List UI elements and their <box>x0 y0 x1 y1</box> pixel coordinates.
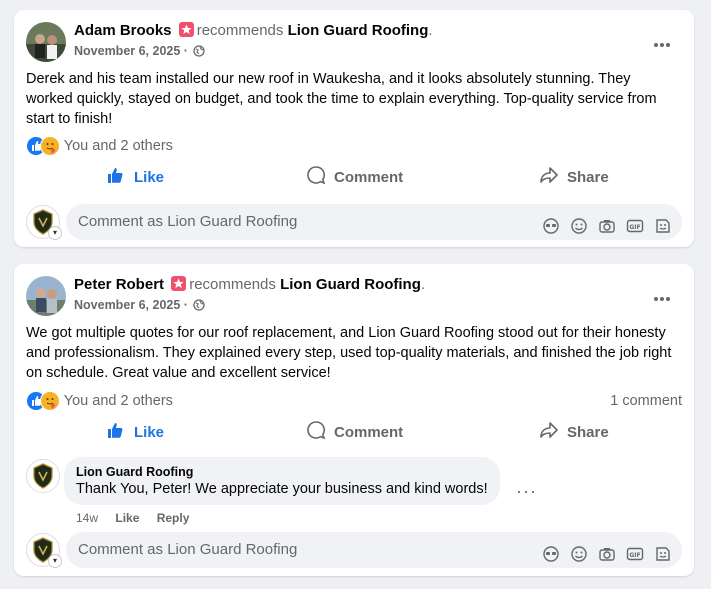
thumbs-up-icon <box>106 165 126 189</box>
avatar-sticker-icon[interactable] <box>542 213 560 234</box>
composer-tools: GIF <box>542 541 672 562</box>
globe-icon <box>193 299 206 314</box>
share-arrow-icon <box>539 165 559 189</box>
post-date[interactable]: November 6, 2025 <box>74 44 180 58</box>
more-options-icon[interactable] <box>654 288 676 301</box>
reactions-summary[interactable]: You and 2 others <box>26 136 173 156</box>
comment-time[interactable]: 14w <box>76 511 98 525</box>
comment-text: Thank You, Peter! We appreciate your bus… <box>76 481 488 497</box>
author-avatar[interactable] <box>26 276 66 316</box>
like-label: Like <box>134 168 165 186</box>
comment-author[interactable]: Lion Guard Roofing <box>76 465 488 479</box>
page-name-link[interactable]: Lion Guard Roofing <box>280 276 421 293</box>
post-meta: November 6, 2025 · <box>74 44 206 60</box>
comment-composer: ▾ Comment as Lion Guard Roofing GIF <box>26 532 682 568</box>
post-meta: November 6, 2025 · <box>74 298 206 314</box>
reaction-icons <box>26 391 60 411</box>
comment-placeholder: Comment as Lion Guard Roofing <box>78 213 298 230</box>
author-avatar[interactable] <box>26 22 66 62</box>
author-line: Adam Brooks recommends Lion Guard Roofin… <box>74 22 433 39</box>
recommends-text: recommends <box>189 276 276 293</box>
svg-text:GIF: GIF <box>629 224 640 231</box>
review-post-card: Adam Brooks recommends Lion Guard Roofin… <box>14 10 694 247</box>
post-actions: Like Comment Share <box>14 415 694 449</box>
like-button[interactable]: Like <box>106 160 164 194</box>
post-text: Derek and his team installed our new roo… <box>26 71 657 127</box>
svg-text:GIF: GIF <box>629 552 640 559</box>
emoji-icon[interactable] <box>570 541 588 562</box>
share-label: Share <box>567 423 609 441</box>
care-reaction-icon <box>40 136 60 156</box>
comment-label: Comment <box>334 423 404 441</box>
page-name-link[interactable]: Lion Guard Roofing <box>288 22 429 39</box>
comment-input[interactable]: Comment as Lion Guard Roofing GIF <box>66 532 682 568</box>
comment-like-link[interactable]: Like <box>115 511 139 525</box>
post-date[interactable]: November 6, 2025 <box>74 298 180 312</box>
comment-meta: 14w Like Reply <box>76 511 203 525</box>
comment-bubble-icon <box>306 165 326 189</box>
chevron-down-icon[interactable]: ▾ <box>48 226 62 240</box>
avatar-sticker-icon[interactable] <box>542 541 560 562</box>
share-button[interactable]: Share <box>539 160 609 194</box>
review-post-card: Peter Robert recommends Lion Guard Roofi… <box>14 264 694 576</box>
comment-reply-link[interactable]: Reply <box>157 511 190 525</box>
globe-icon <box>193 45 206 60</box>
comment-button[interactable]: Comment <box>306 415 403 449</box>
gif-icon[interactable]: GIF <box>626 213 644 233</box>
reactions-summary[interactable]: You and 2 others <box>26 391 173 411</box>
author-name[interactable]: Adam Brooks <box>74 22 172 39</box>
chevron-down-icon[interactable]: ▾ <box>48 554 62 568</box>
recommend-star-icon <box>178 22 194 37</box>
comment-item: Lion Guard Roofing Thank You, Peter! We … <box>26 457 686 529</box>
post-actions: Like Comment Share <box>14 160 694 194</box>
sticker-icon[interactable] <box>654 213 672 233</box>
comment-bubble-icon <box>306 420 326 444</box>
reaction-icons <box>26 136 60 156</box>
camera-icon[interactable] <box>598 541 616 561</box>
reactions-text: You and 2 others <box>63 138 173 154</box>
like-label: Like <box>134 423 165 441</box>
like-button[interactable]: Like <box>106 415 164 449</box>
comment-placeholder: Comment as Lion Guard Roofing <box>78 541 298 558</box>
author-line: Peter Robert recommends Lion Guard Roofi… <box>74 276 426 293</box>
recommends-text: recommends <box>196 22 284 39</box>
author-name[interactable]: Peter Robert <box>74 276 164 293</box>
more-options-icon[interactable] <box>654 34 676 47</box>
camera-icon[interactable] <box>598 213 616 233</box>
sticker-icon[interactable] <box>654 541 672 561</box>
composer-tools: GIF <box>542 213 672 234</box>
page-logo-avatar[interactable] <box>26 459 60 493</box>
thumbs-up-icon <box>106 420 126 444</box>
post-text: We got multiple quotes for our roof repl… <box>26 325 672 381</box>
comment-bubble: Lion Guard Roofing Thank You, Peter! We … <box>64 457 500 505</box>
gif-icon[interactable]: GIF <box>626 541 644 561</box>
comment-count[interactable]: 1 comment <box>610 393 682 409</box>
share-arrow-icon <box>539 420 559 444</box>
care-reaction-icon <box>40 391 60 411</box>
comment-button[interactable]: Comment <box>306 160 403 194</box>
comment-input[interactable]: Comment as Lion Guard Roofing GIF <box>66 204 682 240</box>
reactions-text: You and 2 others <box>63 393 173 409</box>
comment-composer: ▾ Comment as Lion Guard Roofing GIF <box>26 204 682 240</box>
share-button[interactable]: Share <box>539 415 609 449</box>
comment-label: Comment <box>334 168 404 186</box>
comment-more-icon[interactable]: ··· <box>516 481 537 502</box>
recommend-star-icon <box>171 276 187 291</box>
share-label: Share <box>567 168 609 186</box>
emoji-icon[interactable] <box>570 213 588 234</box>
